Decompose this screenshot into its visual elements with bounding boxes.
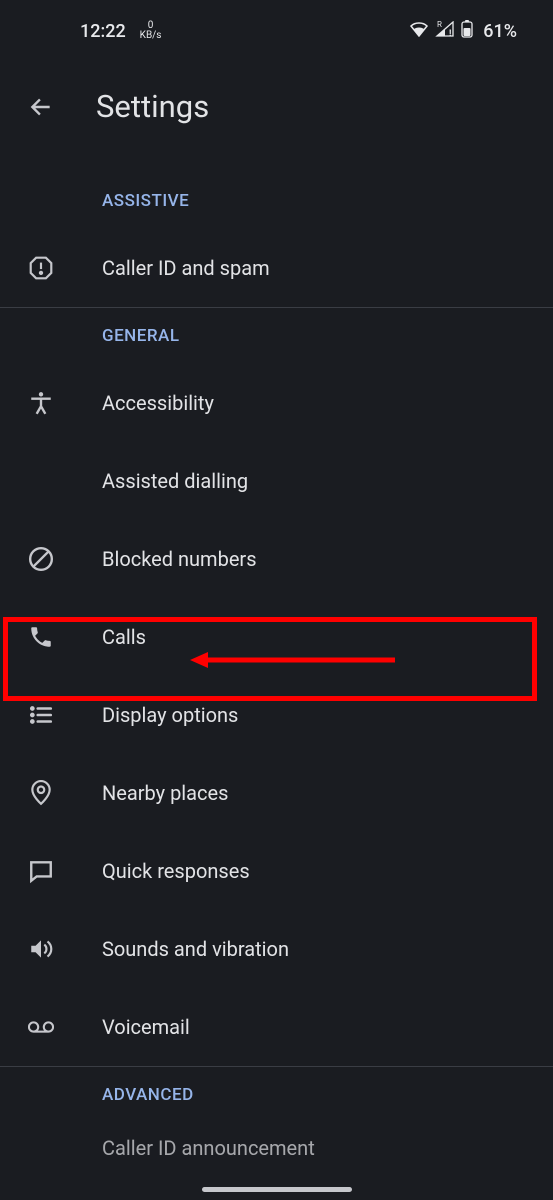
settings-item-assisted-dialling[interactable]: Assisted dialling (0, 442, 553, 520)
settings-item-label: Accessibility (102, 391, 214, 415)
section-header-assistive: ASSISTIVE (0, 173, 553, 229)
svg-text:!: ! (449, 29, 451, 37)
settings-item-label: Nearby places (102, 781, 228, 805)
settings-item-label: Voicemail (102, 1015, 190, 1039)
spam-icon (28, 255, 54, 281)
settings-item-quick-responses[interactable]: Quick responses (0, 832, 553, 910)
battery-icon (461, 20, 473, 42)
settings-item-caller-id-announcement[interactable]: Caller ID announcement (0, 1123, 553, 1155)
block-icon (28, 546, 54, 572)
settings-item-label: Display options (102, 703, 238, 727)
chat-icon (28, 858, 54, 884)
settings-item-calls[interactable]: Calls (0, 598, 553, 676)
settings-item-accessibility[interactable]: Accessibility (0, 364, 553, 442)
settings-item-label: Calls (102, 625, 146, 649)
voicemail-icon (28, 1014, 54, 1040)
settings-item-caller-id-spam[interactable]: Caller ID and spam (0, 229, 553, 307)
settings-item-nearby-places[interactable]: Nearby places (0, 754, 553, 832)
svg-text:R: R (437, 21, 442, 29)
status-right: R ! 61% (409, 20, 517, 42)
status-network-speed: 0 KB/s (140, 21, 162, 41)
section-header-advanced: ADVANCED (0, 1067, 553, 1123)
signal-icon: R ! (435, 21, 455, 41)
back-button[interactable] (28, 94, 54, 120)
settings-item-blocked-numbers[interactable]: Blocked numbers (0, 520, 553, 598)
settings-item-label: Caller ID and spam (102, 256, 270, 280)
wifi-icon (409, 21, 429, 41)
settings-item-label: Assisted dialling (102, 469, 248, 493)
app-bar: Settings (0, 58, 553, 173)
page-title: Settings (96, 88, 209, 125)
location-icon (28, 780, 54, 806)
settings-item-label: Blocked numbers (102, 547, 257, 571)
no-icon (28, 468, 54, 494)
list-icon (28, 702, 54, 728)
sound-icon (28, 936, 54, 962)
settings-item-display-options[interactable]: Display options (0, 676, 553, 754)
home-indicator[interactable] (202, 1187, 352, 1192)
settings-item-label: Sounds and vibration (102, 937, 289, 961)
accessibility-icon (28, 390, 54, 416)
section-header-general: GENERAL (0, 308, 553, 364)
battery-percent: 61% (483, 21, 517, 42)
settings-item-label: Quick responses (102, 859, 250, 883)
settings-item-sounds-vibration[interactable]: Sounds and vibration (0, 910, 553, 988)
no-icon (28, 1135, 54, 1155)
status-bar: 12:22 0 KB/s R ! (0, 0, 553, 58)
status-time: 12:22 (80, 21, 126, 42)
settings-item-voicemail[interactable]: Voicemail (0, 988, 553, 1066)
settings-item-label: Caller ID announcement (102, 1136, 315, 1155)
status-left: 12:22 0 KB/s (80, 21, 161, 42)
phone-icon (28, 624, 54, 650)
